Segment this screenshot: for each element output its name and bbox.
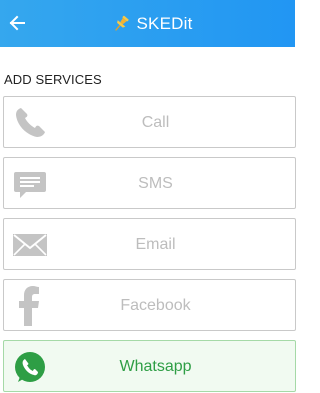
service-whatsapp[interactable]: Whatsapp xyxy=(3,340,296,392)
app-title-group: SKEDit xyxy=(0,0,295,47)
app-title: SKEDit xyxy=(136,13,193,33)
service-call[interactable]: Call xyxy=(3,96,296,148)
service-label: Email xyxy=(135,236,176,253)
service-label: Facebook xyxy=(120,297,191,314)
service-email[interactable]: Email xyxy=(3,218,296,270)
service-label: Call xyxy=(141,114,170,131)
section-title: ADD SERVICES xyxy=(4,72,102,87)
service-facebook[interactable]: Facebook xyxy=(3,279,296,331)
service-label: SMS xyxy=(138,175,173,192)
service-label: Whatsapp xyxy=(119,358,192,375)
app-bar: SKEDit xyxy=(0,0,295,47)
pin-icon xyxy=(114,15,129,31)
service-sms[interactable]: SMS xyxy=(3,157,296,209)
